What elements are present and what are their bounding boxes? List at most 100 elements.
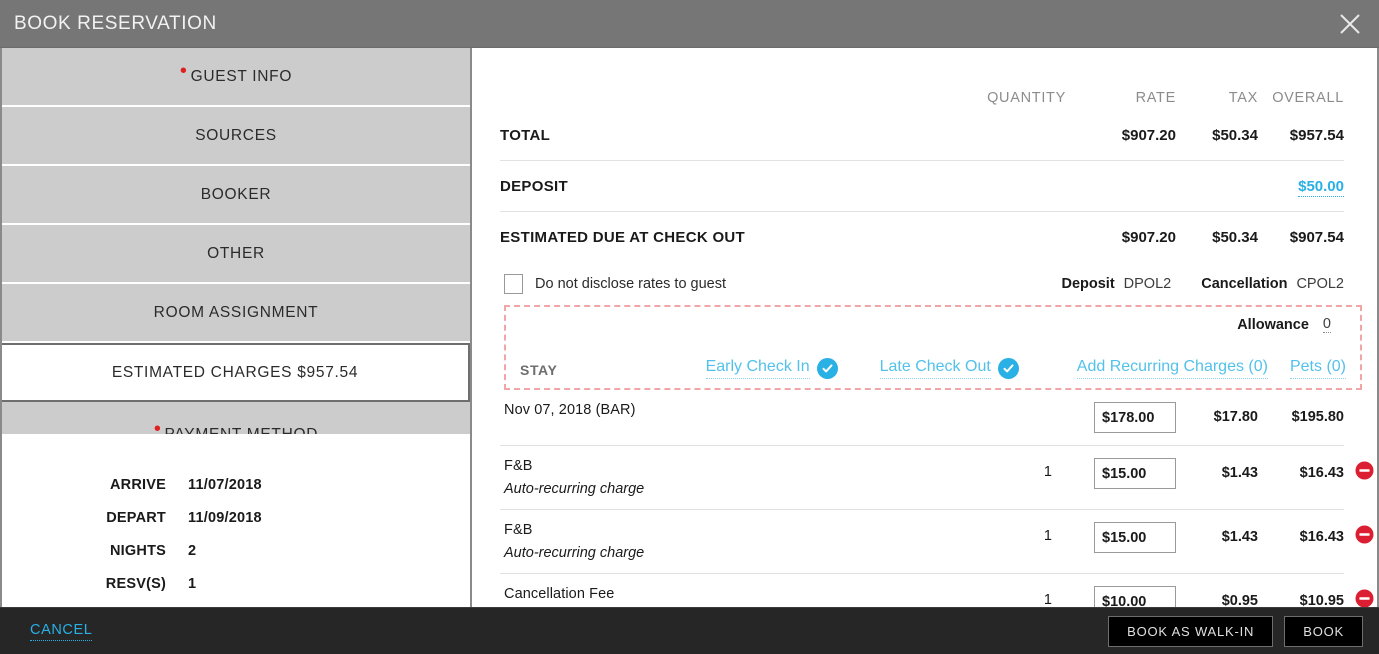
row-rate: $907.20 <box>1121 229 1176 246</box>
summary-value: 11/09/2018 <box>188 509 262 526</box>
reservation-summary: ARRIVE 11/07/2018 DEPART 11/09/2018 NIGH… <box>2 436 470 607</box>
line-item-subtext: Auto-recurring charge <box>504 545 645 561</box>
table-row: Cancellation Fee 1 $0.95 $10.95 <box>500 574 1374 607</box>
column-header-rate: RATE <box>1135 90 1176 106</box>
summary-row-arrive: ARRIVE 11/07/2018 <box>2 468 470 501</box>
remove-charge-icon[interactable] <box>1355 461 1374 480</box>
cancellation-policy-label: Cancellation <box>1201 276 1288 292</box>
summary-label: ARRIVE <box>110 476 166 493</box>
line-item-tax: $1.43 <box>1221 529 1258 545</box>
required-dot-icon: • <box>153 418 162 436</box>
table-row: F&B Auto-recurring charge 1 $1.43 $16.43 <box>500 510 1374 574</box>
estimated-charges-panel: QUANTITY RATE TAX OVERALL TOTAL $907.20 … <box>470 48 1377 607</box>
line-item-name: Nov 07, 2018 (BAR) <box>504 402 636 418</box>
summary-row-nights: NIGHTS 2 <box>2 534 470 567</box>
column-header-tax: TAX <box>1228 90 1258 106</box>
rate-input[interactable] <box>1094 522 1176 553</box>
remove-charge-icon[interactable] <box>1355 589 1374 607</box>
close-icon[interactable] <box>1335 9 1365 39</box>
summary-value: 2 <box>188 542 197 559</box>
modal-header: BOOK RESERVATION <box>0 0 1379 48</box>
rate-input[interactable] <box>1094 586 1176 607</box>
rate-input[interactable] <box>1094 458 1176 489</box>
line-item-tax: $1.43 <box>1221 465 1258 481</box>
sidebar-item-guest-info[interactable]: • GUEST INFO <box>2 48 470 107</box>
sidebar-item-estimated-charges[interactable]: ESTIMATED CHARGES $957.54 <box>2 343 470 402</box>
table-row: Nov 07, 2018 (BAR) $17.80 $195.80 <box>500 390 1344 446</box>
footer-actions: BOOK AS WALK-IN BOOK <box>1108 615 1363 647</box>
allowance-row: Allowance 0 <box>520 311 1346 338</box>
row-rate: $907.20 <box>1121 126 1176 144</box>
line-item-qty: 1 <box>1043 464 1052 480</box>
book-as-walk-in-button[interactable]: BOOK AS WALK-IN <box>1108 615 1274 647</box>
line-item-tax: $0.95 <box>1221 593 1258 607</box>
sidebar-item-other[interactable]: OTHER <box>2 225 470 284</box>
book-button[interactable]: BOOK <box>1284 615 1363 647</box>
summary-row-total: TOTAL $907.20 $50.34 $957.54 <box>500 110 1344 161</box>
rate-input[interactable] <box>1094 402 1176 433</box>
line-item-desc: Nov 07, 2018 (BAR) <box>504 402 948 418</box>
row-tax: $50.34 <box>1212 229 1258 246</box>
line-item-desc: F&B Auto-recurring charge <box>504 522 948 561</box>
column-header-quantity: QUANTITY <box>987 90 1066 106</box>
disclose-rates-checkbox[interactable]: Do not disclose rates to guest <box>504 274 726 294</box>
disclose-and-policies-row: Do not disclose rates to guest Deposit D… <box>500 263 1344 305</box>
summary-row-estimated-due: ESTIMATED DUE AT CHECK OUT $907.20 $50.3… <box>500 212 1344 263</box>
sidebar-item-label: BOOKER <box>200 185 272 203</box>
row-overall: $50.00 <box>1258 177 1344 197</box>
checkbox-box-icon[interactable] <box>504 274 523 294</box>
line-item-name: F&B <box>504 522 533 538</box>
line-item-desc: Cancellation Fee <box>504 586 948 602</box>
early-check-in-link[interactable]: Early Check In <box>705 358 838 382</box>
line-item-amount: $195.80 <box>1291 409 1344 425</box>
deposit-amount-link[interactable]: $50.00 <box>1298 177 1344 197</box>
disclose-rates-label: Do not disclose rates to guest <box>535 276 727 292</box>
check-circle-icon <box>816 358 838 379</box>
cancel-button[interactable]: CANCEL <box>30 622 93 641</box>
line-item-qty: 1 <box>1043 592 1052 607</box>
line-item-subtext: Auto-recurring charge <box>504 481 645 497</box>
add-recurring-charges-label: Add Recurring Charges (0) <box>1076 358 1268 379</box>
add-recurring-charges-link[interactable]: Add Recurring Charges (0) <box>1076 358 1268 382</box>
line-item-desc: F&B Auto-recurring charge <box>504 458 948 497</box>
sidebar-item-booker[interactable]: BOOKER <box>2 166 470 225</box>
line-item-amount: $16.43 <box>1299 529 1344 545</box>
line-item-rate-cell <box>1066 402 1176 433</box>
line-item-name: F&B <box>504 458 533 474</box>
modal-footer: CANCEL BOOK AS WALK-IN BOOK <box>0 607 1379 654</box>
sidebar-item-sources[interactable]: SOURCES <box>2 107 470 166</box>
cancellation-policy-code: CPOL2 <box>1296 276 1344 292</box>
modal-body: • GUEST INFO SOURCES BOOKER OTHER ROOM AS… <box>0 48 1379 607</box>
row-tax: $50.34 <box>1212 126 1258 144</box>
sidebar-nav: • GUEST INFO SOURCES BOOKER OTHER ROOM AS… <box>2 48 470 607</box>
check-circle-icon <box>997 358 1019 379</box>
allowance-value-link[interactable]: 0 <box>1322 316 1331 333</box>
remove-charge-icon[interactable] <box>1355 525 1374 544</box>
summary-value: 11/07/2018 <box>188 476 262 493</box>
line-item-rate-cell <box>1066 458 1176 489</box>
summary-row-resvs: RESV(S) 1 <box>2 567 470 600</box>
stay-section-label: STAY <box>520 362 558 378</box>
sidebar-item-payment-method[interactable]: • PAYMENT METHOD <box>2 402 470 436</box>
late-check-out-label: Late Check Out <box>879 358 991 379</box>
row-overall: $907.54 <box>1289 229 1344 246</box>
summary-value: 1 <box>188 575 197 592</box>
book-reservation-modal: BOOK RESERVATION • GUEST INFO SOURCES BOO… <box>0 0 1379 654</box>
sidebar-item-label: ESTIMATED CHARGES $957.54 <box>111 363 359 381</box>
line-item-amount: $16.43 <box>1299 465 1344 481</box>
page-title: BOOK RESERVATION <box>14 12 217 34</box>
pets-link[interactable]: Pets (0) <box>1289 358 1346 382</box>
sidebar-item-room-assignment[interactable]: ROOM ASSIGNMENT <box>2 284 470 343</box>
column-header-overall: OVERALL <box>1272 90 1344 106</box>
line-item-rate-cell <box>1066 586 1176 607</box>
deposit-policy-code: DPOL2 <box>1123 276 1172 292</box>
sidebar-item-label: OTHER <box>207 244 265 262</box>
line-item-amount: $10.95 <box>1299 593 1344 607</box>
sidebar-item-label: • PAYMENT METHOD <box>154 419 318 434</box>
required-dot-icon: • <box>179 59 188 82</box>
charges-table-header: QUANTITY RATE TAX OVERALL <box>500 48 1344 110</box>
line-item-tax: $17.80 <box>1213 409 1258 425</box>
table-row: F&B Auto-recurring charge 1 $1.43 $16.43 <box>500 446 1374 510</box>
line-item-rate-cell <box>1066 522 1176 553</box>
late-check-out-link[interactable]: Late Check Out <box>879 358 1019 382</box>
